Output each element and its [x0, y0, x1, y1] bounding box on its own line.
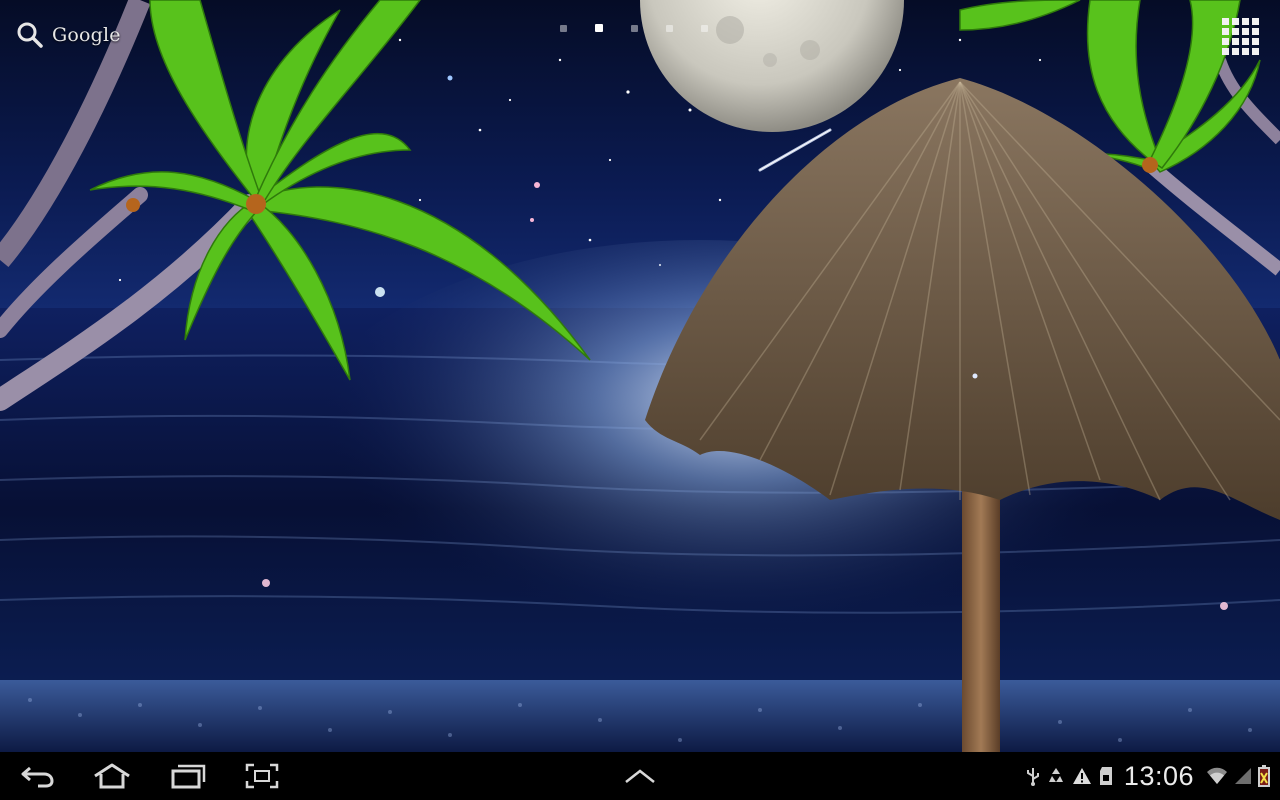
back-button[interactable]: [12, 760, 64, 792]
wallpaper: [0, 0, 1280, 752]
home-button[interactable]: [86, 760, 138, 792]
home-icon: [94, 763, 130, 789]
system-bar: 13:06: [0, 752, 1280, 800]
usb-icon: [1026, 752, 1040, 800]
app-grid-icon[interactable]: [1220, 16, 1260, 56]
sd-card-icon: [1098, 752, 1114, 800]
search-label: Google: [52, 24, 121, 46]
recycle-icon: [1046, 752, 1066, 800]
google-search-bar[interactable]: Google: [16, 18, 121, 52]
recent-apps-icon: [171, 764, 206, 789]
warning-icon: [1072, 752, 1092, 800]
page-dot: [666, 24, 673, 32]
page-dot: [631, 24, 638, 32]
recent-apps-button[interactable]: [162, 760, 214, 792]
clock: 13:06: [1123, 760, 1194, 791]
page-dot: [560, 24, 567, 32]
back-icon: [21, 766, 54, 788]
page-dot: [701, 24, 708, 32]
menu-button[interactable]: [614, 760, 666, 792]
wifi-icon: [1206, 752, 1228, 800]
chevron-up-icon: [625, 769, 655, 783]
page-dot-active: [595, 24, 603, 32]
screen-capture-icon: [245, 763, 279, 789]
battery-icon: [1258, 752, 1270, 800]
signal-icon: [1234, 752, 1252, 800]
screen-capture-button[interactable]: [236, 760, 288, 792]
status-area[interactable]: 13:06: [1026, 752, 1270, 800]
home-page-indicator: [560, 24, 708, 32]
search-icon: [17, 22, 43, 48]
